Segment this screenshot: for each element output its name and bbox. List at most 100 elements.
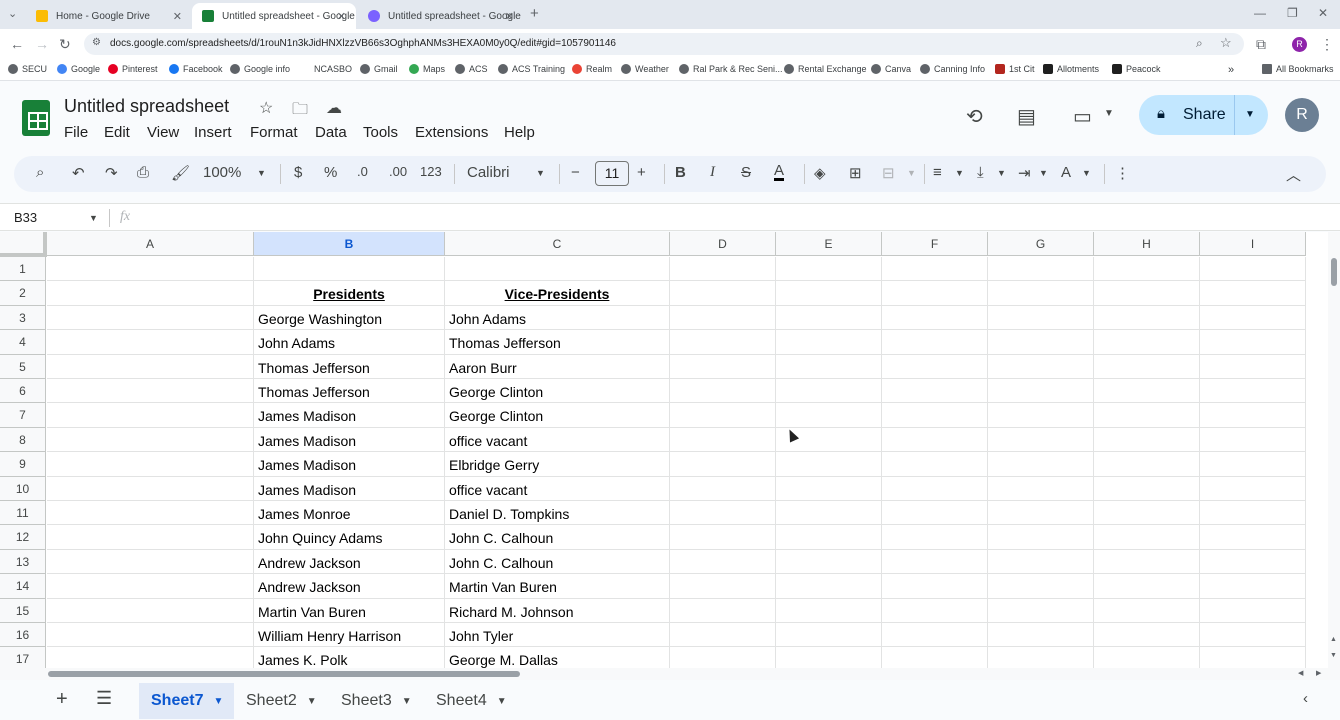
cell-a17[interactable] <box>47 647 254 668</box>
chevron-down-icon[interactable]: ▼ <box>1039 168 1048 178</box>
cell-e9[interactable] <box>776 452 882 477</box>
cell-e10[interactable] <box>776 476 882 501</box>
sheet-tab-sheet3[interactable]: Sheet3 ▼ <box>329 683 424 719</box>
cell-e15[interactable] <box>776 598 882 623</box>
cell-e13[interactable] <box>776 549 882 575</box>
cell-a2[interactable] <box>47 281 254 306</box>
bookmark-item[interactable]: 1st Cit <box>995 64 1035 74</box>
bold-button[interactable]: B <box>675 164 686 181</box>
profile-avatar[interactable]: R <box>1292 37 1307 52</box>
menu-format[interactable]: Format <box>250 124 298 141</box>
cell-g9[interactable] <box>988 452 1094 477</box>
cell-e11[interactable] <box>776 501 882 526</box>
merge-cells-icon[interactable]: ⊟ <box>882 164 895 182</box>
back-arrow-icon[interactable]: ← <box>10 36 24 52</box>
avatar[interactable]: R <box>1285 98 1319 132</box>
cell-a6[interactable] <box>47 379 254 404</box>
bookmark-item[interactable]: Rental Exchange <box>784 64 867 74</box>
cell-d13[interactable] <box>670 549 776 575</box>
cell-d16[interactable] <box>670 623 776 648</box>
chevron-down-icon[interactable]: ▼ <box>213 696 223 707</box>
chevron-down-icon[interactable]: ▼ <box>402 696 412 707</box>
chevron-down-icon[interactable]: ▼ <box>997 168 1006 178</box>
cell-h6[interactable] <box>1094 379 1200 404</box>
column-header-d[interactable]: D <box>670 232 776 256</box>
cell-g7[interactable] <box>988 403 1094 428</box>
bookmark-item[interactable]: Canva <box>871 64 911 74</box>
bookmark-item[interactable]: Canning Info <box>920 64 985 74</box>
increase-decimal-button[interactable]: .00 <box>389 164 407 179</box>
all-sheets-icon[interactable]: ☰ <box>96 688 112 709</box>
cell-d4[interactable] <box>670 330 776 355</box>
cloud-status-icon[interactable]: ☁ <box>326 98 342 118</box>
scrollbar-thumb[interactable] <box>1331 258 1337 286</box>
cell-b11[interactable]: James Monroe <box>254 501 445 526</box>
window-close-icon[interactable]: ✕ <box>1318 6 1328 20</box>
all-bookmarks[interactable]: All Bookmarks <box>1262 64 1334 74</box>
cell-i7[interactable] <box>1200 403 1306 428</box>
more-formats-button[interactable]: 123 <box>420 164 442 179</box>
column-header-a[interactable]: A <box>47 232 254 256</box>
cell-h1[interactable] <box>1094 257 1200 282</box>
fill-color-icon[interactable]: ◈ <box>814 164 826 182</box>
cell-d5[interactable] <box>670 354 776 379</box>
cell-i16[interactable] <box>1200 623 1306 648</box>
cell-g17[interactable] <box>988 647 1094 668</box>
cell-a5[interactable] <box>47 354 254 379</box>
menu-insert[interactable]: Insert <box>194 124 232 141</box>
cell-a16[interactable] <box>47 623 254 648</box>
new-tab-icon[interactable]: + <box>530 5 539 22</box>
row-header[interactable]: 17 <box>0 647 46 668</box>
sheets-logo-icon[interactable] <box>22 100 50 136</box>
row-header[interactable]: 6 <box>0 379 46 404</box>
cell-f11[interactable] <box>882 501 988 526</box>
cell-g14[interactable] <box>988 574 1094 599</box>
row-header[interactable]: 7 <box>0 403 46 428</box>
cell-c15[interactable]: Richard M. Johnson <box>445 598 670 623</box>
cell-g11[interactable] <box>988 501 1094 526</box>
more-options-icon[interactable]: ⋮ <box>1115 164 1130 182</box>
cell-i4[interactable] <box>1200 330 1306 355</box>
cell-i8[interactable] <box>1200 427 1306 453</box>
paint-format-icon[interactable]: 🖌︎ <box>171 164 190 182</box>
cell-b17[interactable]: James K. Polk <box>254 647 445 668</box>
cell-f2[interactable] <box>882 281 988 306</box>
bookmark-item[interactable]: ACS Training <box>498 64 565 74</box>
vertical-align-icon[interactable]: ⤓ <box>977 164 984 181</box>
reload-icon[interactable]: ↻ <box>59 36 71 53</box>
explore-collapse-icon[interactable]: ‹ <box>1303 690 1308 707</box>
menu-extensions[interactable]: Extensions <box>415 124 488 141</box>
cell-d7[interactable] <box>670 403 776 428</box>
site-info-icon[interactable]: ⚙ <box>92 37 101 48</box>
cell-f7[interactable] <box>882 403 988 428</box>
font-size-decrease-button[interactable]: − <box>571 164 580 181</box>
cell-g8[interactable] <box>988 427 1094 453</box>
cell-d10[interactable] <box>670 476 776 501</box>
more-bookmarks-icon[interactable]: » <box>1228 64 1234 76</box>
cell-g3[interactable] <box>988 305 1094 331</box>
cell-c17[interactable]: George M. Dallas <box>445 647 670 668</box>
cell-a8[interactable] <box>47 427 254 453</box>
minimize-icon[interactable]: — <box>1254 6 1266 20</box>
chevron-down-icon[interactable]: ▼ <box>257 168 266 178</box>
scroll-down-icon[interactable]: ▼ <box>1330 652 1337 659</box>
cell-a11[interactable] <box>47 501 254 526</box>
cell-c4[interactable]: Thomas Jefferson <box>445 330 670 355</box>
cell-h3[interactable] <box>1094 305 1200 331</box>
cell-h10[interactable] <box>1094 476 1200 501</box>
cell-c7[interactable]: George Clinton <box>445 403 670 428</box>
history-icon[interactable]: ⟲ <box>966 104 983 129</box>
vertical-scrollbar[interactable]: ▲ ▼ <box>1328 232 1340 668</box>
cell-i5[interactable] <box>1200 354 1306 379</box>
bookmark-item[interactable]: ACS <box>455 64 488 74</box>
row-header[interactable]: 1 <box>0 257 46 282</box>
cell-g10[interactable] <box>988 476 1094 501</box>
redo-icon[interactable]: ↷ <box>105 164 118 182</box>
cell-a13[interactable] <box>47 549 254 575</box>
cell-f5[interactable] <box>882 354 988 379</box>
column-header-b[interactable]: B <box>254 232 445 256</box>
row-header[interactable]: 3 <box>0 305 46 331</box>
cell-c14[interactable]: Martin Van Buren <box>445 574 670 599</box>
chevron-down-icon[interactable]: ▼ <box>89 213 98 223</box>
cell-g4[interactable] <box>988 330 1094 355</box>
